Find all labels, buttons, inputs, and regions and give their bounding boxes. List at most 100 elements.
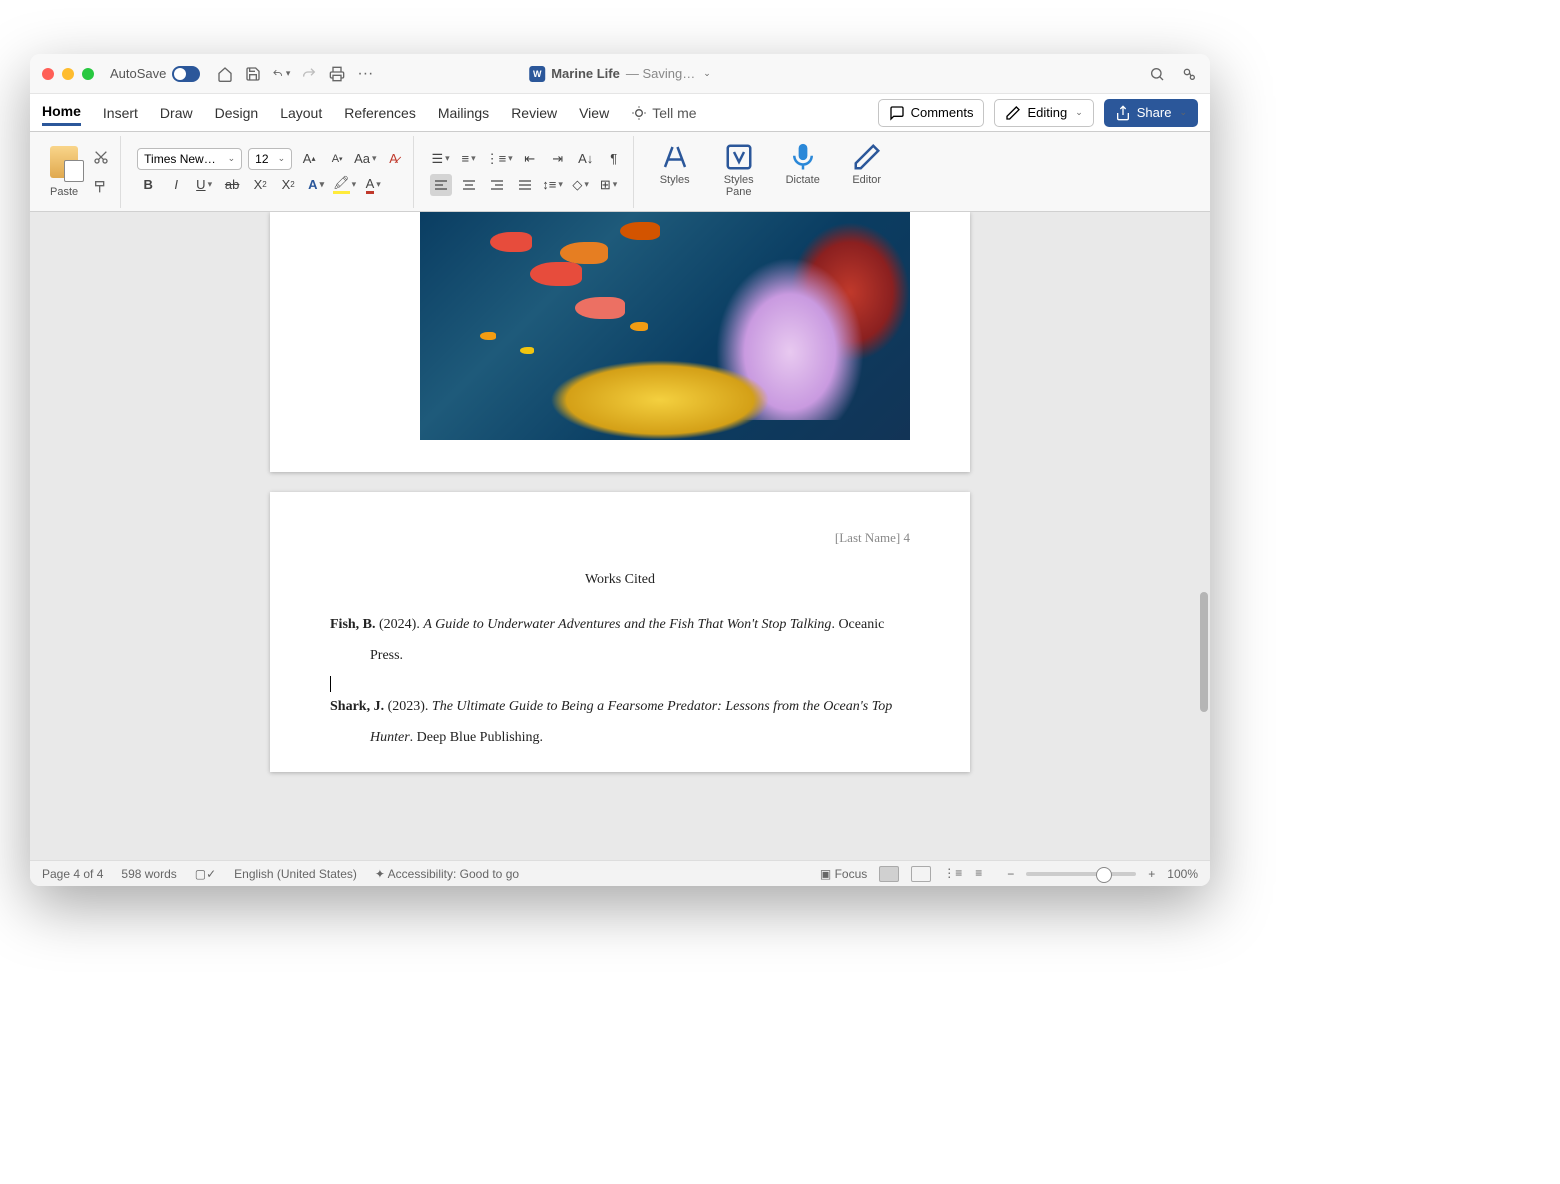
tab-design[interactable]: Design (215, 101, 259, 125)
zoom-level[interactable]: 100% (1167, 867, 1198, 881)
focus-mode[interactable]: ▣ Focus (820, 867, 867, 881)
format-painter-icon[interactable] (90, 176, 112, 198)
quick-access-toolbar: ▾ ··· (216, 65, 374, 83)
decrease-indent-icon[interactable]: ⇤ (519, 148, 541, 170)
coral-reef-image[interactable] (420, 212, 910, 440)
works-cited-title: Works Cited (330, 572, 910, 588)
multilevel-icon[interactable]: ⋮≡▾ (486, 148, 513, 170)
zoom-out[interactable]: − (1007, 867, 1014, 881)
page-header: [Last Name] 4 (330, 530, 910, 546)
numbering-icon[interactable]: ≡▾ (458, 148, 480, 170)
tab-review[interactable]: Review (511, 101, 557, 125)
redo-icon[interactable] (300, 65, 318, 83)
document-canvas[interactable]: [Last Name] 4 Works Cited Fish, B. (2024… (30, 212, 1210, 860)
autosave-text: AutoSave (110, 66, 166, 81)
undo-icon[interactable]: ▾ (272, 65, 290, 83)
statusbar: Page 4 of 4 598 words ▢✓ English (United… (30, 860, 1210, 886)
align-right-icon[interactable] (486, 174, 508, 196)
page-3 (270, 212, 970, 472)
zoom-in[interactable]: + (1148, 867, 1155, 881)
superscript-button[interactable]: X2 (277, 174, 299, 196)
save-icon[interactable] (244, 65, 262, 83)
bibliography-entry: Fish, B. (2024). A Guide to Underwater A… (330, 610, 910, 672)
app-window: AutoSave ▾ ··· W Marine Life — Saving… ⌄… (30, 54, 1210, 886)
fullscreen-button[interactable] (82, 68, 94, 80)
tell-me[interactable]: Tell me (631, 105, 696, 121)
italic-button[interactable]: I (165, 174, 187, 196)
share-button[interactable]: Share⌄ (1104, 99, 1198, 127)
accessibility-indicator[interactable]: ✦ Accessibility: Good to go (375, 867, 519, 881)
outline-view[interactable]: ⋮≡ (943, 866, 963, 882)
font-name-select[interactable]: Times New…⌄ (137, 148, 242, 170)
word-count[interactable]: 598 words (121, 867, 176, 881)
close-button[interactable] (42, 68, 54, 80)
chevron-down-icon: ⌄ (703, 68, 711, 79)
page-indicator[interactable]: Page 4 of 4 (42, 867, 103, 881)
dictate-button[interactable]: Dictate (778, 142, 828, 186)
search-icon[interactable] (1148, 65, 1166, 83)
vertical-scrollbar[interactable] (1200, 592, 1208, 712)
tab-insert[interactable]: Insert (103, 101, 138, 125)
doc-name: Marine Life (551, 66, 620, 81)
tab-home[interactable]: Home (42, 99, 81, 126)
traffic-lights (42, 68, 94, 80)
clipboard-group: Paste (42, 136, 121, 208)
shading-icon[interactable]: ◇▾ (570, 174, 592, 196)
share-icon[interactable] (1180, 65, 1198, 83)
ribbon: Paste Times New…⌄ 12⌄ A▴ A▾ Aa▾ A̷ B I U… (30, 132, 1210, 212)
align-center-icon[interactable] (458, 174, 480, 196)
minimize-button[interactable] (62, 68, 74, 80)
print-layout-view[interactable] (879, 866, 899, 882)
pilcrow-icon[interactable]: ¶ (603, 148, 625, 170)
increase-indent-icon[interactable]: ⇥ (547, 148, 569, 170)
line-spacing-icon[interactable]: ↕≡▾ (542, 174, 564, 196)
editing-button[interactable]: Editing⌄ (994, 99, 1093, 127)
tab-references[interactable]: References (344, 101, 416, 125)
decrease-font-icon[interactable]: A▾ (326, 148, 348, 170)
spellcheck-icon[interactable]: ▢✓ (195, 867, 216, 881)
draft-view[interactable]: ≡ (975, 866, 995, 882)
word-icon: W (529, 66, 545, 82)
page-4: [Last Name] 4 Works Cited Fish, B. (2024… (270, 492, 970, 772)
font-size-select[interactable]: 12⌄ (248, 148, 292, 170)
autosave-toggle[interactable] (172, 66, 200, 82)
highlight-icon[interactable]: 🖍▾ (333, 174, 356, 196)
editor-button[interactable]: Editor (842, 142, 892, 186)
ribbon-tabs: Home Insert Draw Design Layout Reference… (30, 94, 1210, 132)
web-layout-view[interactable] (911, 866, 931, 882)
subscript-button[interactable]: X2 (249, 174, 271, 196)
styles-button[interactable]: Styles (650, 142, 700, 186)
tab-mailings[interactable]: Mailings (438, 101, 489, 125)
font-color-icon[interactable]: A▾ (362, 174, 384, 196)
borders-icon[interactable]: ⊞▾ (598, 174, 620, 196)
language-indicator[interactable]: English (United States) (234, 867, 357, 881)
comments-button[interactable]: Comments (878, 99, 985, 127)
text-effects-icon[interactable]: A▾ (305, 174, 327, 196)
print-icon[interactable] (328, 65, 346, 83)
autosave-label: AutoSave (110, 66, 200, 82)
align-left-icon[interactable] (430, 174, 452, 196)
cut-icon[interactable] (90, 146, 112, 168)
paste-button[interactable]: Paste (50, 146, 78, 198)
bullets-icon[interactable]: ☰▾ (430, 148, 452, 170)
tab-layout[interactable]: Layout (280, 101, 322, 125)
strikethrough-button[interactable]: ab (221, 174, 243, 196)
tab-draw[interactable]: Draw (160, 101, 193, 125)
home-icon[interactable] (216, 65, 234, 83)
document-title[interactable]: W Marine Life — Saving… ⌄ (529, 66, 711, 82)
bold-button[interactable]: B (137, 174, 159, 196)
increase-font-icon[interactable]: A▴ (298, 148, 320, 170)
underline-button[interactable]: U▾ (193, 174, 215, 196)
zoom-slider[interactable] (1026, 872, 1136, 876)
font-group: Times New…⌄ 12⌄ A▴ A▾ Aa▾ A̷ B I U▾ ab X… (129, 136, 413, 208)
bibliography-entry: Shark, J. (2023). The Ultimate Guide to … (330, 692, 910, 754)
justify-icon[interactable] (514, 174, 536, 196)
paragraph-group: ☰▾ ≡▾ ⋮≡▾ ⇤ ⇥ A↓ ¶ ↕≡▾ ◇▾ ⊞▾ (422, 136, 634, 208)
change-case-icon[interactable]: Aa▾ (354, 148, 376, 170)
doc-status: — Saving… (626, 66, 695, 81)
styles-pane-button[interactable]: Styles Pane (714, 142, 764, 198)
sort-icon[interactable]: A↓ (575, 148, 597, 170)
more-icon[interactable]: ··· (356, 65, 374, 83)
clear-format-icon[interactable]: A̷ (383, 148, 405, 170)
tab-view[interactable]: View (579, 101, 609, 125)
